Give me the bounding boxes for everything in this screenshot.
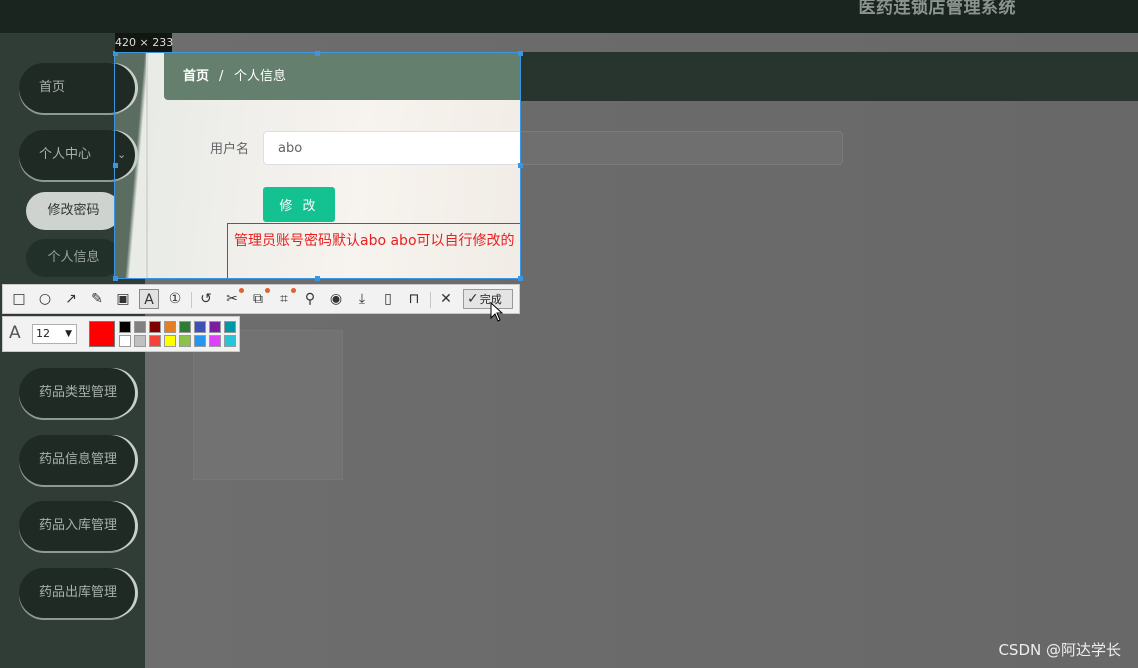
top-bar: 医药连锁店管理系统 xyxy=(0,0,1138,33)
resize-handle-top[interactable] xyxy=(315,51,320,56)
resize-handle-bottom-left[interactable] xyxy=(113,276,118,281)
toolbar-divider xyxy=(191,292,192,308)
cut-icon[interactable]: ✂ xyxy=(222,288,244,309)
breadcrumb-bar-dimmed xyxy=(520,52,1138,101)
color-swatch[interactable] xyxy=(194,321,206,333)
color-swatch[interactable] xyxy=(209,335,221,347)
undo-icon[interactable]: ↺ xyxy=(196,289,216,309)
sidebar-item-label: 药品类型管理 xyxy=(39,385,118,400)
color-swatch[interactable] xyxy=(134,335,146,347)
modify-button[interactable]: 修 改 xyxy=(263,187,335,222)
username-label: 用户名 xyxy=(210,142,250,157)
capture-selection[interactable]: 首页 个人中心 ⌄ 首页 / 个人信息 用户名 修 改 管理员账号密码默认abo… xyxy=(114,52,521,279)
chevron-down-icon: ⌄ xyxy=(117,148,127,161)
sidebar-subitem-label: 个人信息 xyxy=(47,250,100,265)
mouse-cursor-icon xyxy=(490,302,504,322)
font-size-select[interactable]: 12 ▼ xyxy=(32,324,77,344)
watermark: CSDN @阿达学长 xyxy=(998,641,1121,659)
color-swatch[interactable] xyxy=(224,321,236,333)
save-icon[interactable]: ▯ xyxy=(378,289,398,309)
color-swatch[interactable] xyxy=(134,321,146,333)
breadcrumb-current: 个人信息 xyxy=(234,69,287,84)
color-swatch[interactable] xyxy=(164,321,176,333)
color-swatch[interactable] xyxy=(149,335,161,347)
resize-handle-bottom[interactable] xyxy=(315,276,320,281)
ellipse-icon[interactable]: ○ xyxy=(35,289,55,309)
close-icon[interactable]: ✕ xyxy=(436,289,456,309)
username-input[interactable] xyxy=(263,131,520,165)
sidebar-item-label: 个人中心 xyxy=(39,147,92,162)
sidebar-item-label: 首页 xyxy=(39,80,66,95)
color-swatch[interactable] xyxy=(209,321,221,333)
resize-handle-bottom-right[interactable] xyxy=(518,276,523,281)
breadcrumb-separator: / xyxy=(219,69,224,84)
arrow-icon[interactable]: ↗ xyxy=(61,289,81,309)
color-swatch[interactable] xyxy=(194,335,206,347)
background-photo xyxy=(193,330,343,480)
pencil-icon[interactable]: ✎ xyxy=(87,289,107,309)
done-button[interactable]: ✓完成 xyxy=(463,289,513,309)
color-swatch[interactable] xyxy=(119,335,131,347)
sidebar-item-drug-info[interactable]: 药品信息管理 xyxy=(19,435,135,485)
breadcrumb-home[interactable]: 首页 xyxy=(183,53,209,100)
sidebar-subitem-label: 修改密码 xyxy=(47,203,100,218)
selection-stripe xyxy=(146,53,148,278)
resize-handle-top-right[interactable] xyxy=(518,51,523,56)
record-icon[interactable]: ◉ xyxy=(326,289,346,309)
translate-icon[interactable]: ⌗ xyxy=(274,288,296,309)
color-swatch[interactable] xyxy=(164,335,176,347)
current-color-swatch[interactable] xyxy=(89,321,115,347)
color-swatch[interactable] xyxy=(119,321,131,333)
color-swatch[interactable] xyxy=(179,321,191,333)
sidebar-item-drug-types[interactable]: 药品类型管理 xyxy=(19,368,135,418)
text-options-bar: A 12 ▼ xyxy=(2,316,240,352)
sidebar-item-label: 药品信息管理 xyxy=(39,452,118,467)
color-swatch[interactable] xyxy=(149,321,161,333)
sidebar-item-drug-stock-in[interactable]: 药品入库管理 xyxy=(19,501,135,551)
app-title: 医药连锁店管理系统 xyxy=(858,0,1016,18)
mosaic-icon[interactable]: ▣ xyxy=(113,289,133,309)
sidebar-item-drug-stock-out[interactable]: 药品出库管理 xyxy=(19,568,135,618)
checkmark-icon: ✓ xyxy=(467,291,479,307)
capture-toolbar: □ ○ ↗ ✎ ▣ A ① ↺ ✂ ⧉ ⌗ ⚲ ◉ ⤓ ▯ ⊓ ✕ ✓完成 xyxy=(2,284,520,314)
bookmark-icon[interactable]: ⊓ xyxy=(404,289,424,309)
font-icon: A xyxy=(9,323,21,343)
number-icon[interactable]: ① xyxy=(165,289,185,309)
ocr-icon[interactable]: ⧉ xyxy=(248,288,270,309)
font-size-value: 12 xyxy=(36,327,50,340)
rectangle-icon[interactable]: □ xyxy=(9,289,29,309)
pin-icon[interactable]: ⚲ xyxy=(300,289,320,309)
caret-down-icon: ▼ xyxy=(65,329,72,339)
text-annotation[interactable]: 管理员账号密码默认abo abo可以自行修改的 xyxy=(227,223,520,278)
color-swatch[interactable] xyxy=(224,335,236,347)
text-icon[interactable]: A xyxy=(139,289,159,309)
sidebar-subitem-change-password[interactable]: 修改密码 xyxy=(26,192,121,230)
color-swatch[interactable] xyxy=(179,335,191,347)
toolbar-divider xyxy=(430,292,431,308)
username-input-dimmed xyxy=(520,131,843,165)
resize-handle-right[interactable] xyxy=(518,163,523,168)
sidebar-item-label: 药品入库管理 xyxy=(39,518,118,533)
selection-size-label: 420 × 233 xyxy=(115,33,173,52)
sidebar-subitem-personal-info[interactable]: 个人信息 xyxy=(26,239,121,277)
sidebar-item-label: 药品出库管理 xyxy=(39,585,118,600)
download-icon[interactable]: ⤓ xyxy=(352,289,372,309)
resize-handle-left[interactable] xyxy=(113,163,118,168)
breadcrumb: 首页 / 个人信息 xyxy=(164,53,520,100)
